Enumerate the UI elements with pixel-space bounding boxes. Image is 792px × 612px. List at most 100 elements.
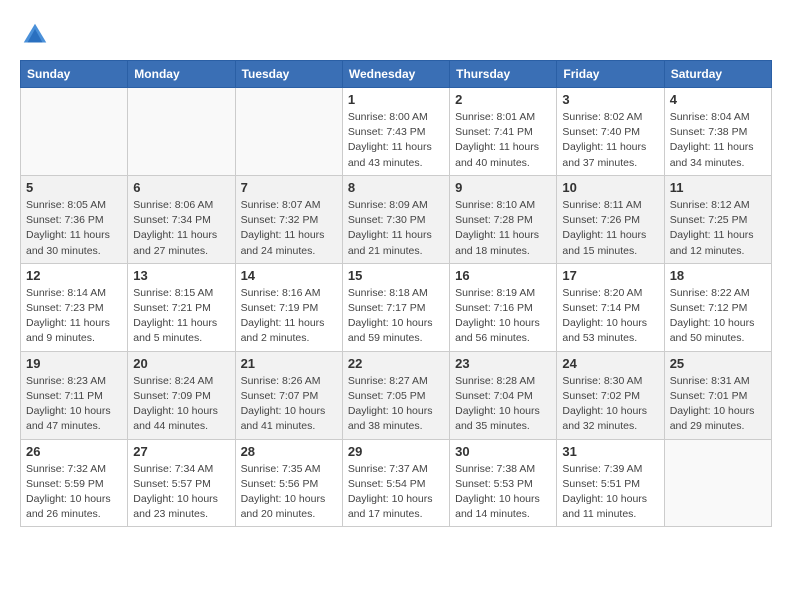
- day-info: Sunrise: 8:23 AMSunset: 7:11 PMDaylight:…: [26, 374, 122, 435]
- calendar-cell: 23 Sunrise: 8:28 AMSunset: 7:04 PMDayligh…: [450, 351, 557, 439]
- calendar-cell: 14 Sunrise: 8:16 AMSunset: 7:19 PMDayligh…: [235, 263, 342, 351]
- calendar-week-4: 19 Sunrise: 8:23 AMSunset: 7:11 PMDayligh…: [21, 351, 772, 439]
- calendar-cell: 9Sunrise: 8:10 AMSunset: 7:28 PMDaylight…: [450, 175, 557, 263]
- day-number: 28: [241, 444, 337, 459]
- day-number: 22: [348, 356, 444, 371]
- column-header-friday: Friday: [557, 61, 664, 88]
- calendar-cell: 26 Sunrise: 7:32 AMSunset: 5:59 PMDayligh…: [21, 439, 128, 527]
- day-info: Sunrise: 8:19 AMSunset: 7:16 PMDaylight:…: [455, 286, 551, 347]
- day-number: 21: [241, 356, 337, 371]
- day-number: 29: [348, 444, 444, 459]
- day-info: Sunrise: 8:30 AMSunset: 7:02 PMDaylight:…: [562, 374, 658, 435]
- day-number: 4: [670, 92, 766, 107]
- calendar-cell: 17 Sunrise: 8:20 AMSunset: 7:14 PMDayligh…: [557, 263, 664, 351]
- day-number: 18: [670, 268, 766, 283]
- calendar-cell: 29 Sunrise: 7:37 AMSunset: 5:54 PMDayligh…: [342, 439, 449, 527]
- calendar-cell: 21 Sunrise: 8:26 AMSunset: 7:07 PMDayligh…: [235, 351, 342, 439]
- calendar-cell: 2 Sunrise: 8:01 AMSunset: 7:41 PMDaylight…: [450, 88, 557, 176]
- day-number: 11: [670, 180, 766, 195]
- day-info: Sunrise: 7:37 AMSunset: 5:54 PMDaylight:…: [348, 462, 444, 523]
- calendar-cell: 1Sunrise: 8:00 AMSunset: 7:43 PMDaylight…: [342, 88, 449, 176]
- calendar-cell: 27 Sunrise: 7:34 AMSunset: 5:57 PMDayligh…: [128, 439, 235, 527]
- day-info: Sunrise: 7:39 AMSunset: 5:51 PMDaylight:…: [562, 462, 658, 523]
- calendar-cell: 5 Sunrise: 8:05 AMSunset: 7:36 PMDaylight…: [21, 175, 128, 263]
- day-number: 3: [562, 92, 658, 107]
- day-info: Sunrise: 8:15 AMSunset: 7:21 PMDaylight:…: [133, 286, 229, 347]
- day-info: Sunrise: 8:28 AMSunset: 7:04 PMDaylight:…: [455, 374, 551, 435]
- calendar-cell: 13Sunrise: 8:15 AMSunset: 7:21 PMDayligh…: [128, 263, 235, 351]
- column-header-thursday: Thursday: [450, 61, 557, 88]
- calendar-cell: 8 Sunrise: 8:09 AMSunset: 7:30 PMDaylight…: [342, 175, 449, 263]
- logo-icon: [20, 20, 50, 50]
- day-info: Sunrise: 8:01 AMSunset: 7:41 PMDaylight:…: [455, 110, 551, 171]
- calendar-cell: [235, 88, 342, 176]
- day-number: 6: [133, 180, 229, 195]
- day-number: 25: [670, 356, 766, 371]
- day-info: Sunrise: 7:34 AMSunset: 5:57 PMDaylight:…: [133, 462, 229, 523]
- day-number: 17: [562, 268, 658, 283]
- calendar-cell: 4Sunrise: 8:04 AMSunset: 7:38 PMDaylight…: [664, 88, 771, 176]
- day-info: Sunrise: 7:38 AMSunset: 5:53 PMDaylight:…: [455, 462, 551, 523]
- day-number: 20: [133, 356, 229, 371]
- day-info: Sunrise: 8:14 AMSunset: 7:23 PMDaylight:…: [26, 286, 122, 347]
- day-number: 24: [562, 356, 658, 371]
- day-number: 2: [455, 92, 551, 107]
- calendar-week-5: 26 Sunrise: 7:32 AMSunset: 5:59 PMDayligh…: [21, 439, 772, 527]
- day-info: Sunrise: 8:10 AMSunset: 7:28 PMDaylight:…: [455, 198, 551, 259]
- day-info: Sunrise: 8:00 AMSunset: 7:43 PMDaylight:…: [348, 110, 444, 171]
- day-info: Sunrise: 8:26 AMSunset: 7:07 PMDaylight:…: [241, 374, 337, 435]
- day-info: Sunrise: 8:27 AMSunset: 7:05 PMDaylight:…: [348, 374, 444, 435]
- calendar-cell: 25 Sunrise: 8:31 AMSunset: 7:01 PMDayligh…: [664, 351, 771, 439]
- day-number: 5: [26, 180, 122, 195]
- day-info: Sunrise: 8:12 AMSunset: 7:25 PMDaylight:…: [670, 198, 766, 259]
- calendar-cell: 16 Sunrise: 8:19 AMSunset: 7:16 PMDayligh…: [450, 263, 557, 351]
- day-info: Sunrise: 8:31 AMSunset: 7:01 PMDaylight:…: [670, 374, 766, 435]
- calendar-week-2: 5 Sunrise: 8:05 AMSunset: 7:36 PMDaylight…: [21, 175, 772, 263]
- day-info: Sunrise: 8:09 AMSunset: 7:30 PMDaylight:…: [348, 198, 444, 259]
- day-number: 15: [348, 268, 444, 283]
- day-info: Sunrise: 8:05 AMSunset: 7:36 PMDaylight:…: [26, 198, 122, 259]
- day-number: 8: [348, 180, 444, 195]
- day-number: 26: [26, 444, 122, 459]
- day-number: 27: [133, 444, 229, 459]
- day-number: 14: [241, 268, 337, 283]
- calendar-table: SundayMondayTuesdayWednesdayThursdayFrid…: [20, 60, 772, 527]
- page-header: [20, 20, 772, 50]
- calendar-cell: 10Sunrise: 8:11 AMSunset: 7:26 PMDayligh…: [557, 175, 664, 263]
- day-info: Sunrise: 7:32 AMSunset: 5:59 PMDaylight:…: [26, 462, 122, 523]
- day-number: 19: [26, 356, 122, 371]
- day-info: Sunrise: 8:22 AMSunset: 7:12 PMDaylight:…: [670, 286, 766, 347]
- calendar-cell: 11 Sunrise: 8:12 AMSunset: 7:25 PMDayligh…: [664, 175, 771, 263]
- day-number: 10: [562, 180, 658, 195]
- day-number: 23: [455, 356, 551, 371]
- column-header-sunday: Sunday: [21, 61, 128, 88]
- day-info: Sunrise: 8:06 AMSunset: 7:34 PMDaylight:…: [133, 198, 229, 259]
- calendar-cell: 18 Sunrise: 8:22 AMSunset: 7:12 PMDayligh…: [664, 263, 771, 351]
- day-info: Sunrise: 8:16 AMSunset: 7:19 PMDaylight:…: [241, 286, 337, 347]
- column-header-monday: Monday: [128, 61, 235, 88]
- calendar-cell: 31Sunrise: 7:39 AMSunset: 5:51 PMDayligh…: [557, 439, 664, 527]
- calendar-cell: 19 Sunrise: 8:23 AMSunset: 7:11 PMDayligh…: [21, 351, 128, 439]
- day-info: Sunrise: 7:35 AMSunset: 5:56 PMDaylight:…: [241, 462, 337, 523]
- column-header-tuesday: Tuesday: [235, 61, 342, 88]
- day-number: 7: [241, 180, 337, 195]
- calendar-header-row: SundayMondayTuesdayWednesdayThursdayFrid…: [21, 61, 772, 88]
- calendar-cell: 30Sunrise: 7:38 AMSunset: 5:53 PMDayligh…: [450, 439, 557, 527]
- calendar-cell: [664, 439, 771, 527]
- calendar-cell: 12Sunrise: 8:14 AMSunset: 7:23 PMDayligh…: [21, 263, 128, 351]
- calendar-cell: 7 Sunrise: 8:07 AMSunset: 7:32 PMDaylight…: [235, 175, 342, 263]
- calendar-cell: 3 Sunrise: 8:02 AMSunset: 7:40 PMDaylight…: [557, 88, 664, 176]
- column-header-wednesday: Wednesday: [342, 61, 449, 88]
- calendar-cell: 22 Sunrise: 8:27 AMSunset: 7:05 PMDayligh…: [342, 351, 449, 439]
- calendar-cell: 6 Sunrise: 8:06 AMSunset: 7:34 PMDaylight…: [128, 175, 235, 263]
- day-info: Sunrise: 8:07 AMSunset: 7:32 PMDaylight:…: [241, 198, 337, 259]
- day-info: Sunrise: 8:02 AMSunset: 7:40 PMDaylight:…: [562, 110, 658, 171]
- calendar-cell: 28 Sunrise: 7:35 AMSunset: 5:56 PMDayligh…: [235, 439, 342, 527]
- day-number: 16: [455, 268, 551, 283]
- calendar-cell: 20 Sunrise: 8:24 AMSunset: 7:09 PMDayligh…: [128, 351, 235, 439]
- calendar-body: 1Sunrise: 8:00 AMSunset: 7:43 PMDaylight…: [21, 88, 772, 527]
- day-info: Sunrise: 8:24 AMSunset: 7:09 PMDaylight:…: [133, 374, 229, 435]
- calendar-cell: 24 Sunrise: 8:30 AMSunset: 7:02 PMDayligh…: [557, 351, 664, 439]
- day-info: Sunrise: 8:20 AMSunset: 7:14 PMDaylight:…: [562, 286, 658, 347]
- calendar-week-1: 1Sunrise: 8:00 AMSunset: 7:43 PMDaylight…: [21, 88, 772, 176]
